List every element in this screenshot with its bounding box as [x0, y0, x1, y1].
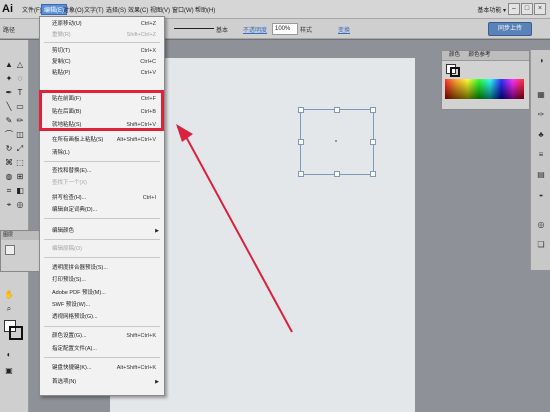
annotation-arrow-line [183, 132, 293, 333]
annotation-arrow [176, 124, 293, 333]
annotation-arrow-head [176, 124, 193, 142]
